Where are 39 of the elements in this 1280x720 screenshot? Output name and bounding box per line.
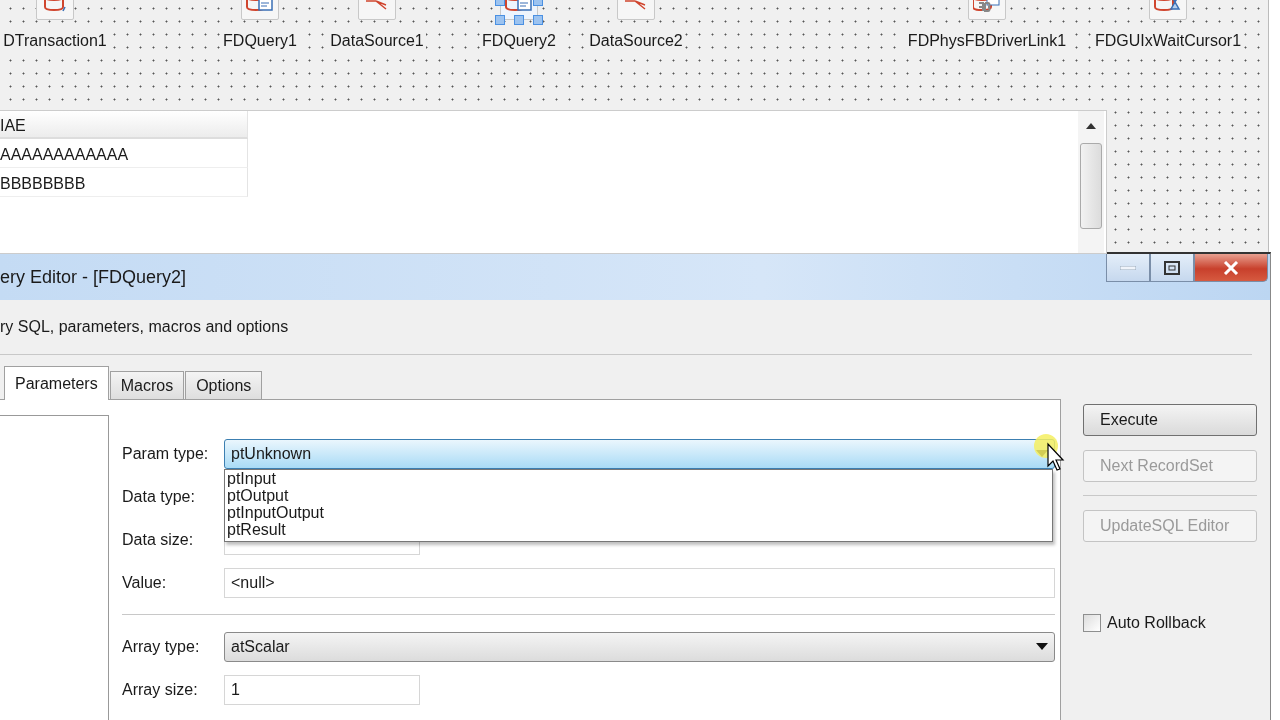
field-label: Array size:	[122, 680, 199, 699]
component-label: FDQuery2	[480, 32, 558, 50]
checkbox-label: Auto Rollback	[1107, 614, 1206, 632]
text-field[interactable]: <null>	[224, 567, 1055, 598]
component-label: FDQuery1	[221, 32, 299, 50]
field-label: Data type:	[122, 487, 196, 506]
maximize-button[interactable]	[1150, 254, 1194, 282]
close-button[interactable]	[1194, 254, 1268, 282]
component-label: FDPhysFBDriverLink1	[905, 32, 1069, 50]
restore-icon	[1164, 260, 1180, 275]
tab[interactable]: Options	[185, 371, 263, 400]
scroll-thumb[interactable]	[1080, 143, 1102, 229]
tab[interactable]: Parameters	[4, 366, 109, 400]
dropdown-arrow-icon[interactable]	[1036, 643, 1048, 650]
component-label: DTransaction1	[1, 32, 109, 50]
component-label: DataSource2	[587, 32, 685, 50]
dropdown-option[interactable]: ptResult	[227, 520, 286, 538]
minimize-icon	[1120, 265, 1136, 270]
field-label: Param type:	[122, 444, 210, 463]
scrollbar[interactable]	[1078, 111, 1104, 253]
component-label: DataSource1	[328, 32, 426, 50]
window-title: ery Editor - [FDQuery2]	[0, 266, 187, 288]
scroll-up-icon[interactable]	[1086, 123, 1096, 129]
tab[interactable]: Macros	[109, 371, 185, 400]
dialog-button[interactable]: Execute	[1083, 404, 1257, 436]
text-field[interactable]: 1	[224, 674, 420, 705]
close-icon	[1223, 260, 1239, 275]
grid-cell: BBBBBBBB	[0, 168, 248, 197]
field-label: Array type:	[122, 637, 201, 656]
dropdown-option[interactable]: ptInput	[227, 469, 276, 487]
dropdown[interactable]: atScalar	[224, 631, 1055, 662]
checkbox[interactable]	[1083, 614, 1101, 632]
field-label: Data size:	[122, 530, 195, 549]
dialog-description: ry SQL, parameters, macros and options	[0, 318, 289, 336]
dropdown-option[interactable]: ptOutput	[227, 486, 289, 504]
column-header[interactable]: IAE	[0, 111, 248, 139]
grid-cell: AAAAAAAAAAAA	[0, 139, 248, 168]
field-label: Value:	[122, 573, 168, 592]
dropdown-option[interactable]: ptInputOutput	[227, 503, 324, 521]
